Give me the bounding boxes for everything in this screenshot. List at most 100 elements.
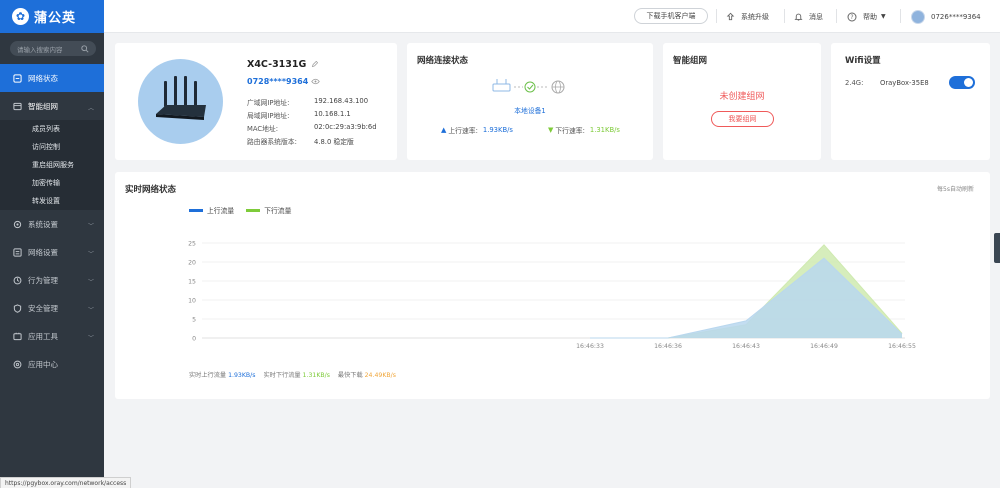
submenu-item-encryption[interactable]: 加密传输 bbox=[0, 174, 104, 192]
mesh-icon bbox=[13, 102, 22, 111]
caret-down-icon: ▼ bbox=[881, 13, 886, 20]
side-feedback-tab[interactable] bbox=[994, 233, 1000, 263]
info-value: 4.8.0 稳定版 bbox=[314, 138, 354, 146]
bell-icon bbox=[794, 13, 803, 21]
device-serial: 0728****9364 bbox=[247, 77, 309, 86]
traffic-chart: 0 5 10 15 20 25 16:46:33 16:46:36 16:46:43 16:46:… bbox=[188, 241, 916, 351]
sidebar-item-label: 应用中心 bbox=[28, 359, 58, 369]
brand-name: 蒲公英 bbox=[34, 11, 77, 26]
upgrade-icon bbox=[726, 12, 735, 21]
device-name: X4C-3131G bbox=[247, 59, 307, 70]
shield-icon bbox=[13, 303, 22, 313]
series-area bbox=[202, 258, 902, 338]
realtime-footer: 实时上行流量 1.93KB/s 实时下行流量 1.31KB/s 最快下载 24.… bbox=[189, 370, 396, 379]
chevron-down-icon: ﹀ bbox=[87, 223, 94, 230]
local-device-link[interactable]: 本地设备1 bbox=[407, 105, 653, 115]
messages-button[interactable]: 消息 bbox=[794, 10, 823, 23]
router-icon bbox=[156, 76, 206, 120]
sidebar-submenu: 成员列表 访问控制 重启组网服务 加密传输 转发设置 bbox=[0, 120, 104, 210]
arrow-down-icon: ▼ bbox=[548, 126, 554, 134]
app-center-icon bbox=[13, 360, 22, 369]
download-app-button[interactable]: 下载手机客户端 bbox=[634, 8, 708, 24]
smart-mesh-card: 智能组网 未创建组网 我要组网 bbox=[663, 43, 821, 160]
edit-icon[interactable] bbox=[311, 61, 318, 68]
info-key: 广域网IP地址: bbox=[247, 99, 290, 107]
mesh-status: 未创建组网 bbox=[719, 92, 765, 102]
divider bbox=[784, 9, 785, 23]
submenu-item-members[interactable]: 成员列表 bbox=[0, 120, 104, 138]
divider bbox=[716, 9, 717, 23]
info-row-lan-ip: 局域网IP地址: 10.168.1.1 bbox=[247, 110, 351, 120]
down-rate-value: 1.31KB/s bbox=[589, 126, 620, 134]
behavior-icon bbox=[13, 276, 22, 285]
down-rate-label: 下行速率: bbox=[555, 127, 585, 135]
sidebar-item-label: 行为管理 bbox=[28, 275, 58, 285]
footer-peak-value: 24.49KB/s bbox=[364, 372, 396, 379]
wifi-toggle[interactable] bbox=[949, 76, 975, 89]
submenu-item-forwarding[interactable]: 转发设置 bbox=[0, 192, 104, 210]
realtime-card: 实时网络状态 每5s自动刷新 上行流量 下行流量 0 5 10 15 20 25 16:46… bbox=[115, 172, 990, 399]
up-rate-value: 1.93KB/s bbox=[482, 126, 513, 134]
system-upgrade-button[interactable]: 系统升级 bbox=[726, 10, 769, 23]
y-tick-label: 20 bbox=[188, 260, 196, 267]
sidebar-item-network-status[interactable]: 网络状态 bbox=[0, 64, 104, 92]
info-key: 局域网IP地址: bbox=[247, 112, 290, 120]
submenu-item-access-control[interactable]: 访问控制 bbox=[0, 138, 104, 156]
logo-icon: ✿ bbox=[12, 8, 29, 25]
sidebar-item-network-settings[interactable]: 网络设置 ﹀ bbox=[0, 238, 104, 266]
sidebar-item-label: 应用工具 bbox=[28, 331, 58, 341]
footer-peak-label: 最快下载 bbox=[337, 372, 363, 379]
info-row-version: 路由器系统版本: 4.8.0 稳定版 bbox=[247, 136, 354, 146]
info-row-wan-ip: 广域网IP地址: 192.168.43.100 bbox=[247, 97, 368, 107]
topbar: 下载手机客户端 系统升级 消息 ? 帮助 ▼ 0726****9364 bbox=[104, 0, 1000, 33]
sidebar-item-system-settings[interactable]: 系统设置 ﹀ bbox=[0, 210, 104, 238]
chevron-down-icon: ﹀ bbox=[87, 279, 94, 286]
info-value: 10.168.1.1 bbox=[314, 110, 351, 118]
eye-icon[interactable] bbox=[311, 78, 320, 85]
sidebar-item-app-center[interactable]: 应用中心 bbox=[0, 350, 104, 378]
down-rate: ▼ 下行速率: 1.31KB/s bbox=[548, 125, 620, 135]
sidebar-search[interactable]: 请输入搜索内容 bbox=[10, 41, 96, 56]
wifi-title: Wifi设置 bbox=[845, 56, 881, 66]
sidebar-item-label: 智能组网 bbox=[28, 101, 58, 111]
search-icon[interactable] bbox=[81, 44, 89, 53]
sidebar-item-behavior[interactable]: 行为管理 ﹀ bbox=[0, 266, 104, 294]
footer-up-value: 1.93KB/s bbox=[228, 372, 256, 379]
chevron-up-icon: ︿ bbox=[87, 105, 94, 112]
x-tick-label: 16:46:33 bbox=[576, 343, 604, 350]
network-status-card: 网络连接状态 本地设备1 ▲ 上行速率: 1.93KB/s ▼ 下行速率: 1.… bbox=[407, 43, 653, 160]
messages-label: 消息 bbox=[809, 12, 823, 21]
chevron-down-icon: ﹀ bbox=[87, 335, 94, 342]
smart-mesh-title: 智能组网 bbox=[673, 56, 708, 66]
x-tick-label: 16:46:49 bbox=[810, 343, 838, 350]
footer-up-label: 实时上行流量 bbox=[189, 372, 227, 379]
sidebar-item-smart-mesh[interactable]: 智能组网 ︿ bbox=[0, 92, 104, 120]
router-image bbox=[138, 59, 223, 144]
user-menu[interactable]: 0726****9364 bbox=[911, 9, 981, 24]
dashboard-icon bbox=[13, 73, 22, 83]
x-tick-label: 16:46:55 bbox=[888, 343, 916, 350]
y-tick-label: 25 bbox=[188, 241, 196, 248]
brand-bar[interactable]: ✿ 蒲公英 bbox=[0, 0, 104, 33]
info-key: MAC地址: bbox=[247, 125, 279, 133]
network-status-title: 网络连接状态 bbox=[417, 56, 469, 66]
help-label: 帮助 bbox=[863, 12, 877, 21]
sidebar-search-input[interactable]: 请输入搜索内容 bbox=[17, 44, 63, 54]
system-upgrade-label: 系统升级 bbox=[741, 12, 769, 21]
wifi-band: 2.4G: bbox=[845, 79, 864, 87]
arrow-up-icon: ▲ bbox=[441, 126, 447, 134]
create-mesh-button[interactable]: 我要组网 bbox=[711, 111, 774, 127]
chevron-down-icon: ﹀ bbox=[87, 307, 94, 314]
tools-icon bbox=[13, 332, 22, 341]
sidebar-item-security[interactable]: 安全管理 ﹀ bbox=[0, 294, 104, 322]
sidebar-item-label: 网络状态 bbox=[28, 73, 58, 83]
help-menu[interactable]: ? 帮助 ▼ bbox=[847, 10, 886, 23]
y-tick-label: 5 bbox=[192, 317, 196, 324]
submenu-item-restart-service[interactable]: 重启组网服务 bbox=[0, 156, 104, 174]
sidebar-item-tools[interactable]: 应用工具 ﹀ bbox=[0, 322, 104, 350]
up-rate: ▲ 上行速率: 1.93KB/s bbox=[441, 125, 513, 135]
chevron-down-icon: ﹀ bbox=[87, 251, 94, 258]
help-circle-icon: ? bbox=[847, 12, 857, 21]
x-tick-label: 16:46:43 bbox=[732, 343, 760, 350]
sidebar: ✿ 蒲公英 请输入搜索内容 网络状态 智能组网 ︿ 成员列表 访问控制 重启组网… bbox=[0, 0, 104, 488]
